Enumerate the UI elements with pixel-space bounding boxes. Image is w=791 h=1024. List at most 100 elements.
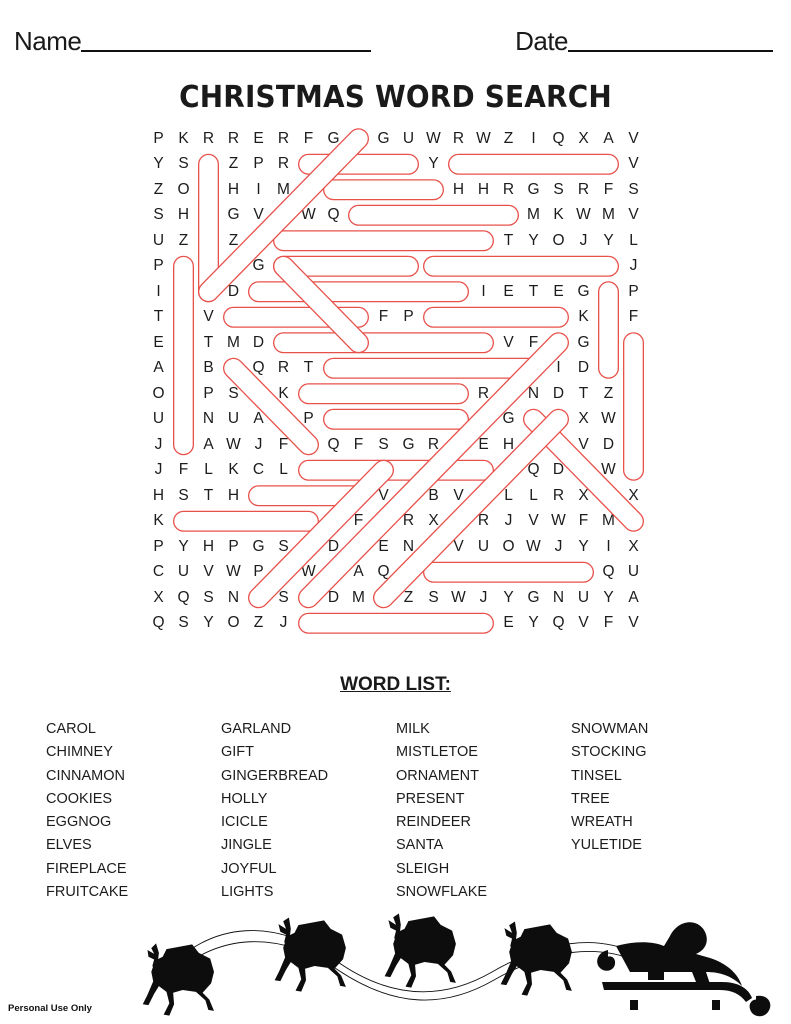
- grid-cell[interactable]: A: [346, 560, 371, 586]
- grid-cell[interactable]: I: [271, 407, 296, 433]
- grid-cell[interactable]: G: [296, 585, 321, 611]
- grid-cell[interactable]: P: [496, 203, 521, 229]
- grid-cell[interactable]: H: [221, 254, 246, 280]
- grid-cell[interactable]: K: [146, 509, 171, 535]
- grid-cell[interactable]: L: [321, 305, 346, 331]
- word-list-item[interactable]: REINDEER: [396, 811, 571, 834]
- word-list-item[interactable]: MISTLETOE: [396, 741, 571, 764]
- grid-cell[interactable]: L: [271, 458, 296, 484]
- grid-cell[interactable]: S: [371, 432, 396, 458]
- grid-cell[interactable]: I: [171, 381, 196, 407]
- grid-cell[interactable]: J: [496, 509, 521, 535]
- word-list-item[interactable]: FIREPLACE: [46, 858, 221, 881]
- grid-cell[interactable]: E: [371, 534, 396, 560]
- grid-cell[interactable]: Z: [146, 177, 171, 203]
- grid-cell[interactable]: M: [346, 585, 371, 611]
- grid-cell[interactable]: U: [171, 560, 196, 586]
- name-write-line[interactable]: [81, 50, 372, 52]
- grid-cell[interactable]: D: [571, 356, 596, 382]
- grid-cell[interactable]: T: [271, 509, 296, 535]
- grid-cell[interactable]: U: [471, 534, 496, 560]
- grid-cell[interactable]: I: [521, 126, 546, 152]
- grid-cell[interactable]: Y: [171, 534, 196, 560]
- word-list-item[interactable]: HOLLY: [221, 788, 396, 811]
- letter-grid[interactable]: PKRRERFGSGUWRWZIQXAVYSWZPRELVESYSNOWMANV…: [146, 126, 646, 636]
- grid-cell[interactable]: Z: [221, 228, 246, 254]
- grid-cell[interactable]: N: [521, 381, 546, 407]
- grid-cell[interactable]: E: [546, 407, 571, 433]
- grid-cell[interactable]: S: [146, 203, 171, 229]
- grid-cell[interactable]: A: [571, 152, 596, 178]
- grid-cell[interactable]: S: [321, 330, 346, 356]
- grid-cell[interactable]: E: [146, 330, 171, 356]
- grid-cell[interactable]: L: [396, 356, 421, 382]
- word-list-item[interactable]: GINGERBREAD: [221, 765, 396, 788]
- grid-cell[interactable]: Z: [396, 585, 421, 611]
- grid-cell[interactable]: E: [546, 254, 571, 280]
- grid-cell[interactable]: S: [421, 585, 446, 611]
- grid-cell[interactable]: R: [196, 177, 221, 203]
- grid-cell[interactable]: E: [371, 279, 396, 305]
- grid-cell[interactable]: L: [446, 407, 471, 433]
- grid-cell[interactable]: E: [246, 126, 271, 152]
- grid-cell[interactable]: A: [246, 407, 271, 433]
- grid-cell[interactable]: I: [346, 381, 371, 407]
- word-list-item[interactable]: ICICLE: [221, 811, 396, 834]
- grid-cell[interactable]: F: [396, 407, 421, 433]
- word-list-item[interactable]: CHIMNEY: [46, 741, 221, 764]
- grid-cell[interactable]: Z: [496, 126, 521, 152]
- grid-cell[interactable]: Y: [146, 152, 171, 178]
- grid-cell[interactable]: V: [621, 203, 646, 229]
- grid-cell[interactable]: S: [296, 509, 321, 535]
- grid-cell[interactable]: T: [571, 381, 596, 407]
- grid-cell[interactable]: U: [396, 126, 421, 152]
- grid-cell[interactable]: H: [221, 483, 246, 509]
- grid-cell[interactable]: G: [521, 585, 546, 611]
- grid-cell[interactable]: P: [146, 534, 171, 560]
- grid-cell[interactable]: R: [471, 203, 496, 229]
- grid-cell[interactable]: I: [146, 279, 171, 305]
- grid-cell[interactable]: T: [521, 279, 546, 305]
- grid-cell[interactable]: O: [546, 228, 571, 254]
- grid-cell[interactable]: G: [621, 381, 646, 407]
- grid-cell[interactable]: I: [246, 305, 271, 331]
- grid-cell[interactable]: A: [596, 126, 621, 152]
- grid-cell[interactable]: P: [346, 279, 371, 305]
- grid-cell[interactable]: X: [146, 585, 171, 611]
- grid-cell[interactable]: O: [471, 356, 496, 382]
- grid-cell[interactable]: H: [446, 177, 471, 203]
- grid-cell[interactable]: L: [521, 483, 546, 509]
- grid-cell[interactable]: B: [421, 483, 446, 509]
- grid-cell[interactable]: R: [296, 228, 321, 254]
- word-list-item[interactable]: ORNAMENT: [396, 765, 571, 788]
- grid-cell[interactable]: I: [596, 534, 621, 560]
- grid-cell[interactable]: R: [396, 279, 421, 305]
- grid-cell[interactable]: E: [346, 305, 371, 331]
- grid-cell[interactable]: I: [196, 509, 221, 535]
- grid-cell[interactable]: J: [471, 585, 496, 611]
- grid-cell[interactable]: V: [346, 152, 371, 178]
- grid-cell[interactable]: S: [396, 152, 421, 178]
- grid-cell[interactable]: R: [271, 356, 296, 382]
- grid-cell[interactable]: F: [346, 509, 371, 535]
- word-list-item[interactable]: EGGNOG: [46, 811, 221, 834]
- grid-cell[interactable]: H: [521, 407, 546, 433]
- grid-cell[interactable]: R: [221, 126, 246, 152]
- grid-cell[interactable]: I: [496, 458, 521, 484]
- grid-cell[interactable]: M: [521, 203, 546, 229]
- grid-cell[interactable]: N: [471, 152, 496, 178]
- word-list-item[interactable]: JOYFUL: [221, 858, 396, 881]
- grid-cell[interactable]: X: [621, 534, 646, 560]
- grid-cell[interactable]: W: [521, 152, 546, 178]
- grid-cell[interactable]: R: [471, 509, 496, 535]
- grid-cell[interactable]: E: [471, 330, 496, 356]
- grid-cell[interactable]: L: [396, 254, 421, 280]
- grid-cell[interactable]: C: [171, 330, 196, 356]
- grid-cell[interactable]: M: [221, 330, 246, 356]
- grid-cell[interactable]: M: [271, 177, 296, 203]
- grid-cell[interactable]: W: [196, 152, 221, 178]
- grid-cell[interactable]: T: [596, 279, 621, 305]
- grid-cell[interactable]: A: [346, 483, 371, 509]
- grid-cell[interactable]: R: [196, 126, 221, 152]
- grid-cell[interactable]: D: [546, 381, 571, 407]
